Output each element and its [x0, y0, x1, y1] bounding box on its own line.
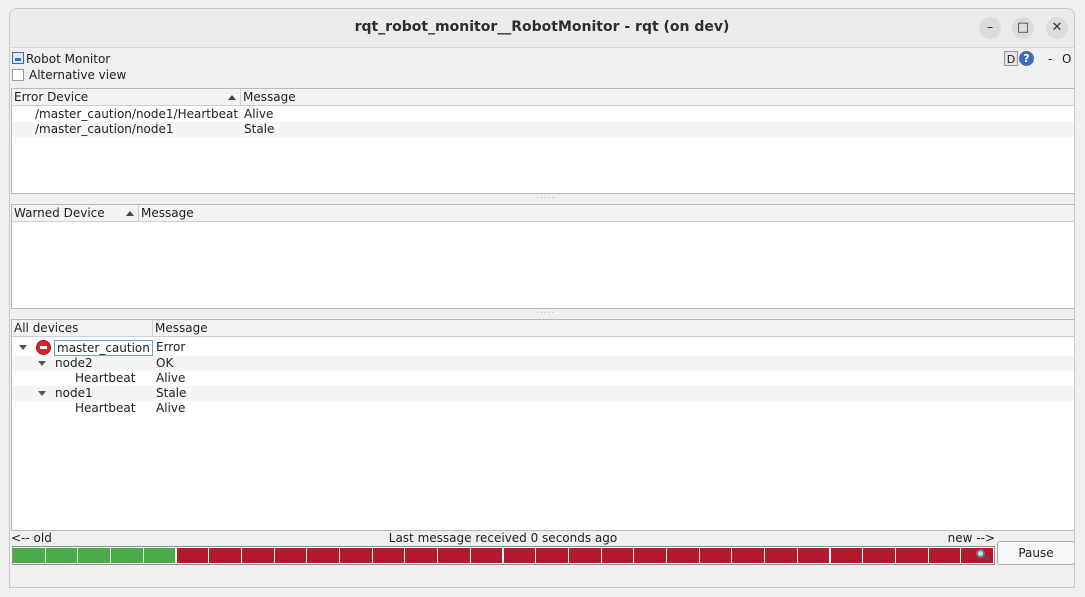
options-button[interactable]: O [1062, 52, 1071, 66]
tree-row-node1-heartbeat[interactable]: Heartbeat Alive [12, 401, 1074, 416]
timeline-segment[interactable] [209, 548, 242, 563]
timeline-segment[interactable] [143, 548, 177, 563]
error-device-name: /master_caution/node1/Heartbeat [35, 107, 239, 121]
tree-item-message: OK [156, 356, 174, 370]
timeline-segment[interactable] [176, 548, 210, 563]
timeline-segment[interactable] [568, 548, 602, 563]
splitter-handle[interactable] [11, 191, 1074, 204]
help-icon[interactable]: ? [1019, 51, 1034, 66]
timeline-segment[interactable] [340, 548, 373, 563]
title-bar: rqt_robot_monitor__RobotMonitor - rqt (o… [10, 9, 1074, 48]
timeline-segment[interactable] [45, 548, 79, 563]
expand-arrow-icon[interactable] [38, 391, 46, 396]
warned-device-column-header[interactable]: Warned Device [12, 205, 139, 222]
tree-item-label: master_caution [54, 340, 153, 356]
warn-message-column-label: Message [141, 206, 194, 220]
timeline-status-text: Last message received 0 seconds ago [388, 531, 618, 545]
tree-item-label: Heartbeat [75, 401, 136, 415]
splitter-handle[interactable] [11, 306, 1074, 319]
all-devices-tree: All devices Message master_caution Error… [11, 319, 1074, 531]
maximize-button[interactable]: □ [1012, 17, 1034, 39]
timeline-segment[interactable] [438, 548, 471, 563]
error-device-message: Alive [244, 107, 274, 121]
timeline-segment[interactable] [111, 548, 144, 563]
timeline-segment[interactable] [372, 548, 406, 563]
alternative-view-label: Alternative view [29, 68, 127, 82]
alternative-view-checkbox[interactable] [12, 69, 24, 81]
tree-item-label: node1 [55, 386, 93, 400]
error-device-column-label: Error Device [14, 90, 89, 104]
tree-row-master-caution[interactable]: master_caution Error [12, 340, 1074, 356]
timeline-segment[interactable] [601, 548, 635, 563]
all-devices-column-header[interactable]: All devices [12, 320, 153, 337]
timeline-segment[interactable] [732, 548, 766, 563]
timeline-segment[interactable] [13, 548, 46, 563]
minimize-plugin-button[interactable]: - [1048, 52, 1052, 66]
timeline-segment[interactable] [895, 548, 929, 563]
tree-item-message: Stale [156, 386, 187, 400]
timeline-segment[interactable] [667, 548, 700, 563]
table-row[interactable]: /master_caution/node1 Stale [12, 122, 1074, 137]
timeline-segment[interactable] [470, 548, 504, 563]
error-device-name: /master_caution/node1 [35, 122, 174, 136]
plugin-title: Robot Monitor [26, 52, 111, 66]
minimize-button[interactable]: – [979, 17, 1001, 39]
timeline-bar[interactable] [12, 546, 995, 565]
timeline-segment[interactable] [78, 548, 112, 563]
tree-item-label: Heartbeat [75, 371, 136, 385]
window-title: rqt_robot_monitor__RobotMonitor - rqt (o… [354, 19, 730, 35]
error-device-message: Stale [244, 122, 275, 136]
tree-row-node2[interactable]: node2 OK [12, 356, 1074, 371]
close-button[interactable]: ✕ [1046, 17, 1068, 39]
all-devices-header: All devices Message [12, 320, 1074, 337]
timeline-segment[interactable] [503, 548, 537, 563]
timeline-segment[interactable] [765, 548, 798, 563]
timeline-segment[interactable] [928, 548, 962, 563]
tree-item-message: Alive [156, 371, 186, 385]
plugin-header: Robot Monitor D ? - O [10, 49, 1074, 69]
error-icon [36, 340, 51, 355]
timeline-segment[interactable] [863, 548, 896, 563]
timeline-labels: <-- old Last message received 0 seconds … [11, 530, 995, 546]
warned-device-column-label: Warned Device [14, 206, 105, 220]
timeline-segment[interactable] [241, 548, 275, 563]
timeline-segment[interactable] [536, 548, 569, 563]
timeline-segment[interactable] [830, 548, 864, 563]
main-window: rqt_robot_monitor__RobotMonitor - rqt (o… [9, 8, 1075, 588]
warned-device-table: Warned Device Message [11, 204, 1074, 309]
pause-button[interactable]: Pause [997, 541, 1074, 565]
error-device-table: Error Device Message /master_caution/nod… [11, 88, 1074, 194]
d-button[interactable]: D [1004, 51, 1018, 66]
sort-ascending-icon [228, 95, 236, 100]
warn-table-header: Warned Device Message [12, 205, 1074, 222]
all-message-column-header[interactable]: Message [153, 320, 1074, 337]
error-message-column-header[interactable]: Message [241, 89, 1074, 106]
timeline-segment[interactable] [405, 548, 439, 563]
expand-arrow-icon[interactable] [38, 361, 46, 366]
magnifier-icon[interactable] [975, 548, 990, 563]
error-table-header: Error Device Message [12, 89, 1074, 106]
timeline-segment[interactable] [634, 548, 667, 563]
sort-ascending-icon [126, 211, 134, 216]
tree-row-node1[interactable]: node1 Stale [12, 386, 1074, 401]
timeline-segment[interactable] [797, 548, 831, 563]
error-device-column-header[interactable]: Error Device [12, 89, 241, 106]
tree-row-node2-heartbeat[interactable]: Heartbeat Alive [12, 371, 1074, 386]
tree-item-label: node2 [55, 356, 93, 370]
error-message-column-label: Message [243, 90, 296, 104]
tree-item-message: Error [156, 340, 186, 354]
tree-item-message: Alive [156, 401, 186, 415]
timeline-segment[interactable] [699, 548, 733, 563]
all-message-column-label: Message [155, 321, 208, 335]
timeline-segment[interactable] [274, 548, 308, 563]
timeline-new-label: new --> [947, 531, 995, 545]
table-row[interactable]: /master_caution/node1/Heartbeat Alive [12, 107, 1074, 122]
robot-monitor-icon [12, 52, 24, 64]
timeline-segment[interactable] [307, 548, 340, 563]
expand-arrow-icon[interactable] [19, 345, 27, 350]
warn-message-column-header[interactable]: Message [139, 205, 1074, 222]
all-devices-column-label: All devices [14, 321, 79, 335]
